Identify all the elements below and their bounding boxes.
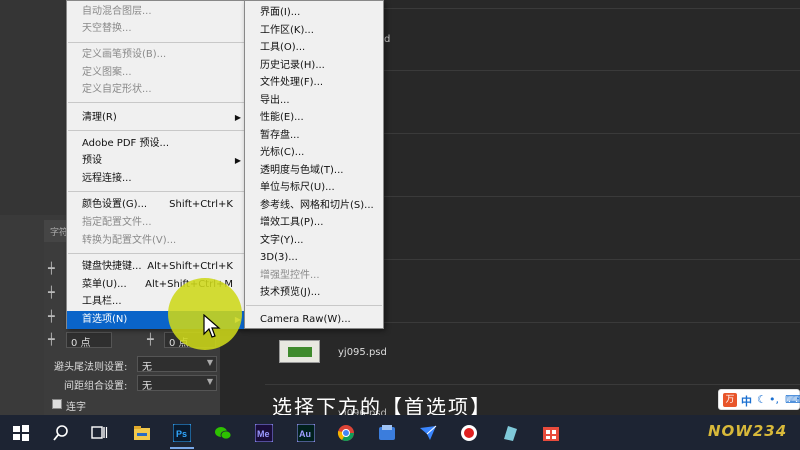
submenu-item-cursors[interactable]: 光标(C)... bbox=[245, 144, 383, 161]
menu-item-purge[interactable]: 清理(R) ▶ bbox=[67, 109, 245, 127]
menu-separator bbox=[68, 42, 244, 43]
wechat-icon[interactable] bbox=[214, 424, 232, 442]
submenu-item-tools[interactable]: 工具(O)... bbox=[245, 39, 383, 56]
menu-item-pdf-presets[interactable]: Adobe PDF 预设... bbox=[67, 135, 245, 153]
mojikumi-label: 间距组合设置: bbox=[64, 381, 128, 392]
ime-mode[interactable]: 中 bbox=[741, 393, 752, 409]
submenu-item-history[interactable]: 历史记录(H)... bbox=[245, 57, 383, 74]
menu-item-sky-replace[interactable]: 天空替换... bbox=[67, 20, 245, 38]
menu-separator bbox=[68, 253, 244, 254]
menu-item-auto-blend[interactable]: 自动混合图层... bbox=[67, 3, 245, 21]
svg-text:Au: Au bbox=[299, 429, 311, 439]
menu-separator bbox=[68, 102, 244, 103]
app-icon[interactable] bbox=[378, 424, 396, 442]
kinsoku-value: 无 bbox=[142, 362, 152, 373]
menu-item-color-settings[interactable]: 颜色设置(G)... Shift+Ctrl+K bbox=[67, 196, 245, 214]
media-encoder-icon[interactable]: Me bbox=[255, 424, 273, 442]
submenu-item-performance[interactable]: 性能(E)... bbox=[245, 109, 383, 126]
chrome-icon[interactable] bbox=[337, 424, 355, 442]
file-name[interactable]: yj095.psd bbox=[338, 347, 387, 358]
space-before-field[interactable]: 0 点 bbox=[66, 332, 112, 349]
watermark-logo: NOW234 bbox=[708, 422, 788, 440]
chevron-down-icon: ▼ bbox=[206, 377, 213, 386]
menu-item-convert-profile[interactable]: 转换为配置文件(V)... bbox=[67, 232, 245, 250]
kinsoku-label: 避头尾法则设置: bbox=[54, 362, 128, 373]
hyphenate-label: 连字 bbox=[66, 402, 86, 413]
chevron-right-icon: ▶ bbox=[234, 156, 241, 165]
submenu-item-tech-previews[interactable]: 技术预览(J)... bbox=[245, 284, 383, 301]
submenu-item-file-handling[interactable]: 文件处理(F)... bbox=[245, 74, 383, 91]
search-icon[interactable] bbox=[52, 424, 70, 442]
left-panel-top bbox=[0, 0, 68, 215]
kinsoku-select[interactable]: 无 ▼ bbox=[137, 356, 217, 373]
menu-separator bbox=[246, 305, 382, 306]
menu-item-define-brush[interactable]: 定义画笔预设(B)... bbox=[67, 46, 245, 64]
punctuation-icon[interactable]: •, bbox=[769, 393, 779, 406]
svg-text:Me: Me bbox=[257, 429, 270, 439]
space-after-icon: ┿ bbox=[147, 333, 154, 346]
app-icon[interactable] bbox=[542, 424, 560, 442]
space-before-icon: ┿ bbox=[48, 333, 55, 346]
hyphenate-checkbox[interactable] bbox=[52, 399, 62, 409]
indent-icon: ┿ bbox=[48, 262, 55, 275]
keyboard-icon[interactable]: ⌨ bbox=[785, 393, 800, 406]
preferences-submenu: 界面(I)... 工作区(K)... 工具(O)... 历史记录(H)... 文… bbox=[244, 0, 384, 329]
submenu-item-plugins[interactable]: 增效工具(P)... bbox=[245, 214, 383, 231]
record-icon[interactable] bbox=[460, 424, 478, 442]
windows-start-icon[interactable] bbox=[12, 424, 30, 442]
indent-icon: ┿ bbox=[48, 310, 55, 323]
submenu-item-type[interactable]: 文字(Y)... bbox=[245, 232, 383, 249]
mojikumi-value: 无 bbox=[142, 381, 152, 392]
submenu-item-guides-grid[interactable]: 参考线、网格和切片(S)... bbox=[245, 197, 383, 214]
edit-menu: 自动混合图层... 天空替换... 定义画笔预设(B)... 定义图案... 定… bbox=[66, 0, 246, 329]
file-explorer-icon[interactable] bbox=[133, 424, 151, 442]
chevron-down-icon: ▼ bbox=[206, 358, 213, 367]
submenu-item-export[interactable]: 导出... bbox=[245, 92, 383, 109]
menu-item-define-pattern[interactable]: 定义图案... bbox=[67, 64, 245, 82]
submenu-item-workspace[interactable]: 工作区(K)... bbox=[245, 22, 383, 39]
file-separator bbox=[265, 384, 800, 385]
menu-separator bbox=[68, 130, 244, 131]
menu-item-keyboard-shortcuts[interactable]: 键盘快捷键... Alt+Shift+Ctrl+K bbox=[67, 258, 245, 276]
moon-icon[interactable]: ☾ bbox=[757, 393, 767, 406]
ime-logo-icon[interactable]: 万 bbox=[723, 393, 737, 407]
submenu-item-transparency[interactable]: 透明度与色域(T)... bbox=[245, 162, 383, 179]
file-name-partial: d bbox=[384, 34, 391, 45]
feishu-icon[interactable] bbox=[419, 424, 437, 442]
photoshop-icon[interactable]: Ps bbox=[173, 424, 191, 442]
taskbar bbox=[0, 415, 800, 450]
submenu-item-units-rulers[interactable]: 单位与标尺(U)... bbox=[245, 179, 383, 196]
submenu-item-camera-raw[interactable]: Camera Raw(W)... bbox=[245, 311, 383, 328]
active-app-indicator bbox=[170, 447, 194, 449]
menu-item-define-shape[interactable]: 定义自定形状... bbox=[67, 81, 245, 99]
submenu-item-interface[interactable]: 界面(I)... bbox=[245, 4, 383, 21]
audition-icon[interactable]: Au bbox=[297, 424, 315, 442]
menu-item-assign-profile[interactable]: 指定配置文件... bbox=[67, 214, 245, 232]
menu-item-presets[interactable]: 预设 ▶ bbox=[67, 152, 245, 170]
submenu-item-scratch-disks[interactable]: 暂存盘... bbox=[245, 127, 383, 144]
chevron-right-icon: ▶ bbox=[234, 113, 241, 122]
svg-text:Ps: Ps bbox=[176, 429, 187, 439]
task-view-icon[interactable] bbox=[90, 424, 108, 442]
mouse-pointer-icon bbox=[203, 314, 221, 338]
ime-toolbar[interactable]: 万 中 ☾ •, ⌨ bbox=[718, 389, 800, 410]
app-icon[interactable] bbox=[501, 424, 519, 442]
menu-item-remote-connections[interactable]: 远程连接... bbox=[67, 170, 245, 188]
menu-separator bbox=[68, 191, 244, 192]
file-thumbnail[interactable] bbox=[279, 340, 320, 363]
mojikumi-select[interactable]: 无 ▼ bbox=[137, 375, 217, 392]
indent-icon: ┿ bbox=[48, 286, 55, 299]
submenu-item-enhanced-controls[interactable]: 增强型控件... bbox=[245, 267, 383, 284]
submenu-item-3d[interactable]: 3D(3)... bbox=[245, 249, 383, 266]
